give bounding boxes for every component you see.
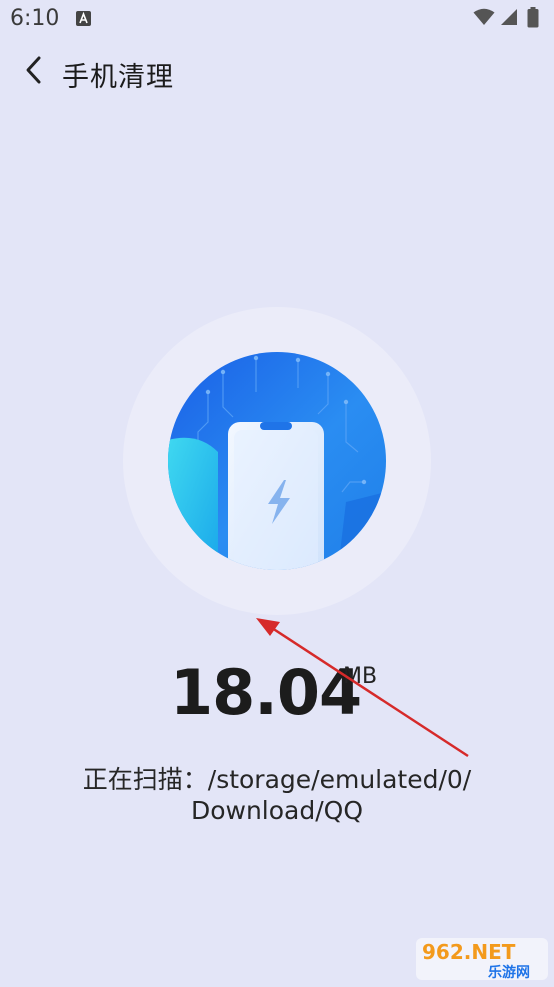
- site-watermark-logo: 962.NET 乐游网: [414, 934, 550, 982]
- chevron-left-icon: [23, 55, 45, 90]
- page-title: 手机清理: [62, 62, 174, 92]
- scanned-size-unit: MB: [343, 664, 378, 689]
- keyboard-a-icon: [76, 11, 91, 26]
- status-time: 6:10: [10, 6, 60, 31]
- scan-path-line1: 正在扫描：/storage/emulated/0/: [82, 765, 472, 794]
- scan-path-line2: Download/QQ: [190, 796, 364, 825]
- phone-cleaning-illustration: [168, 352, 386, 570]
- battery-icon: [527, 7, 539, 33]
- watermark-text-bottom: 乐游网: [488, 964, 530, 981]
- wifi-icon: [473, 8, 495, 31]
- watermark-text-top: 962.NET: [422, 940, 516, 964]
- status-bar: 6:10: [0, 0, 554, 38]
- signal-icon: [500, 8, 518, 31]
- back-button[interactable]: [14, 52, 54, 92]
- scanned-size-value: 18.04: [170, 656, 362, 729]
- app-bar: 手机清理: [0, 40, 554, 104]
